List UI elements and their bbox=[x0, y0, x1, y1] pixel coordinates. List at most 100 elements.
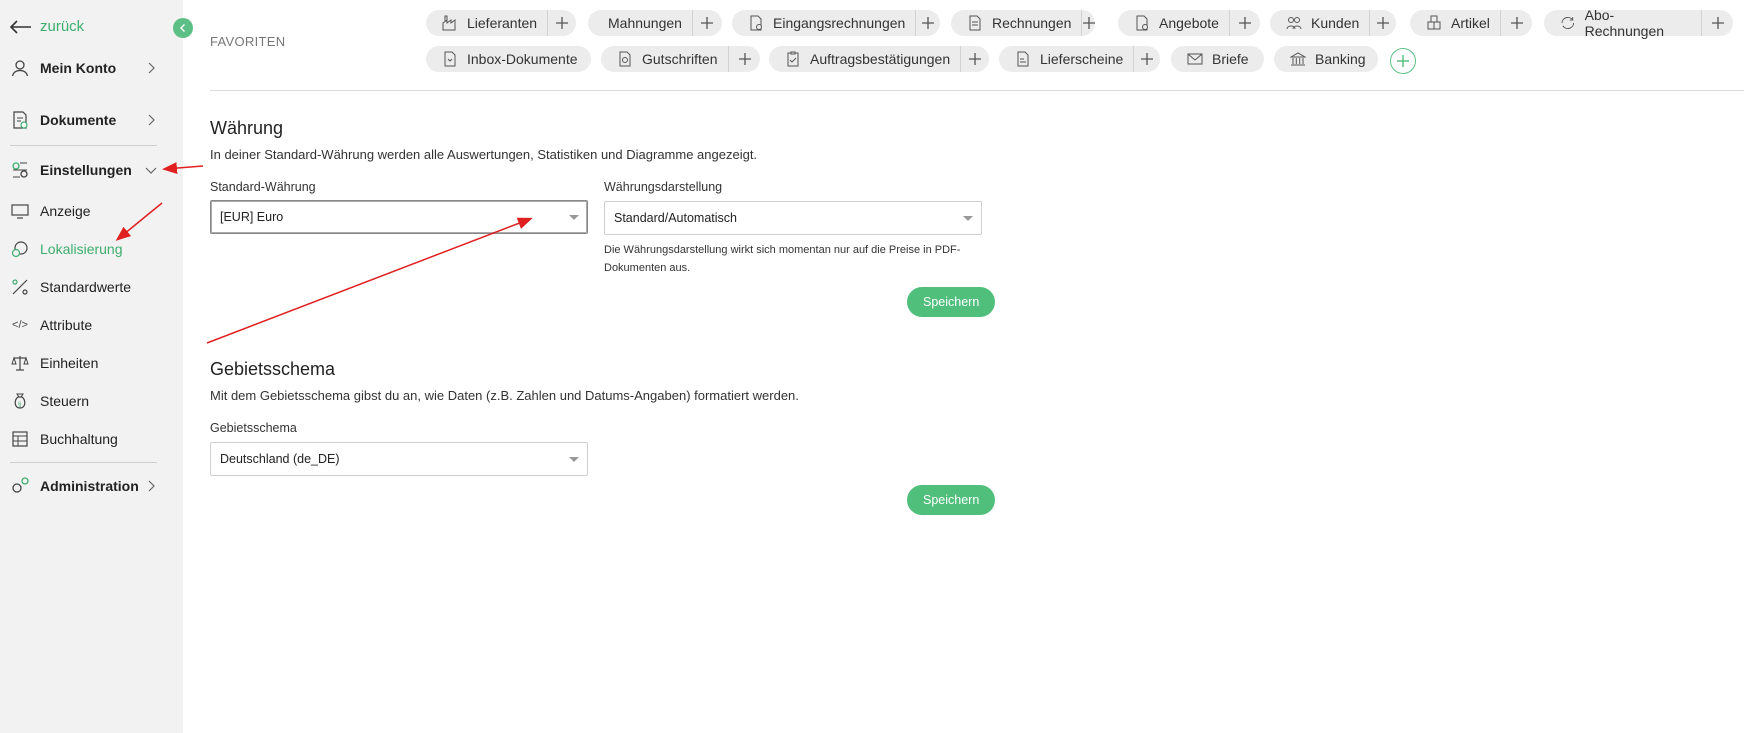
plus-icon bbox=[969, 53, 982, 65]
favorite-chip: Lieferanten bbox=[426, 10, 576, 36]
favorite-link-gutschriften[interactable]: Gutschriften bbox=[601, 46, 728, 72]
invoice-icon bbox=[969, 15, 981, 31]
favorite-label: Inbox-Dokumente bbox=[467, 51, 578, 67]
sidebar-item-einstellungen[interactable]: Einstellungen bbox=[10, 160, 157, 180]
favorite-link-eingangsrechnungen[interactable]: Eingangsrechnungen bbox=[732, 10, 915, 36]
locale-field-label: Gebietsschema bbox=[210, 421, 297, 435]
favorite-link-mahnungen[interactable]: Mahnungen bbox=[588, 10, 692, 36]
favorite-link-rechnungen[interactable]: Rechnungen bbox=[951, 10, 1081, 36]
favorite-chip: Gutschriften bbox=[601, 46, 760, 72]
favorite-link-lieferanten[interactable]: Lieferanten bbox=[426, 10, 547, 36]
locale-heading: Gebietsschema bbox=[210, 359, 336, 379]
sidebar: zurück Mein Konto Dokumente Einstellunge… bbox=[0, 0, 183, 733]
sidebar-item-label: Steuern bbox=[40, 393, 90, 409]
favorite-add-button[interactable] bbox=[691, 10, 722, 36]
default-currency-select[interactable]: [EUR] Euro bbox=[210, 200, 588, 234]
plus-icon bbox=[1141, 53, 1154, 65]
sidebar-item-label: Buchhaltung bbox=[40, 431, 118, 447]
favorite-link-kunden[interactable]: Kunden bbox=[1270, 10, 1369, 36]
sidebar-item-mein-konto[interactable]: Mein Konto bbox=[10, 58, 157, 78]
sidebar-item-label: Standardwerte bbox=[40, 279, 132, 295]
favorite-add-button[interactable] bbox=[1133, 46, 1160, 72]
currency-display-select[interactable]: Standard/Automatisch bbox=[604, 201, 982, 235]
sidebar-item-attribute[interactable]: </> Attribute bbox=[10, 315, 157, 335]
user-icon bbox=[10, 58, 30, 78]
sidebar-item-administration[interactable]: Administration bbox=[10, 476, 157, 496]
plus-icon bbox=[1711, 17, 1724, 29]
locale-select[interactable]: Deutschland (de_DE) bbox=[210, 442, 588, 476]
currency-display-label: Währungsdarstellung bbox=[604, 180, 723, 194]
sidebar-item-steuern[interactable]: § Steuern bbox=[10, 391, 157, 411]
favorite-link-auftragsbestaetigungen[interactable]: Auftragsbestätigungen bbox=[769, 46, 960, 72]
order-confirmation-icon bbox=[787, 51, 799, 67]
settings-icon bbox=[10, 160, 30, 180]
sidebar-item-buchhaltung[interactable]: Buchhaltung bbox=[10, 429, 157, 449]
favorite-add-button[interactable] bbox=[1500, 10, 1532, 36]
ledger-icon bbox=[10, 429, 30, 449]
sidebar-item-einheiten[interactable]: Einheiten bbox=[10, 353, 157, 373]
sidebar-item-label: Dokumente bbox=[40, 112, 117, 128]
sidebar-item-dokumente[interactable]: Dokumente bbox=[10, 110, 157, 130]
collapse-sidebar-button[interactable] bbox=[173, 18, 193, 38]
favorite-add-button[interactable] bbox=[960, 46, 989, 72]
sidebar-item-label: Attribute bbox=[40, 317, 93, 333]
currency-description: In deiner Standard-Währung werden alle A… bbox=[210, 147, 758, 162]
quote-icon bbox=[1136, 15, 1148, 31]
locale-description: Mit dem Gebietsschema gibst du an, wie D… bbox=[210, 388, 799, 403]
favorite-add-button[interactable] bbox=[1701, 10, 1733, 36]
favorite-link-abo-rechnungen[interactable]: Abo-Rechnungen bbox=[1544, 7, 1701, 39]
code-icon: </> bbox=[12, 319, 28, 331]
favorite-add-button[interactable] bbox=[728, 46, 760, 72]
currency-display-value: Standard/Automatisch bbox=[614, 211, 737, 225]
back-link[interactable]: zurück bbox=[10, 18, 84, 35]
sidebar-item-label: Mein Konto bbox=[40, 60, 117, 76]
favorite-chip: Inbox-Dokumente bbox=[426, 46, 591, 72]
favorite-link-artikel[interactable]: Artikel bbox=[1410, 10, 1500, 36]
header-divider bbox=[210, 90, 1744, 91]
plus-icon bbox=[1083, 17, 1096, 29]
save-locale-button[interactable]: Speichern bbox=[907, 485, 996, 515]
globe-currency-icon bbox=[10, 239, 30, 259]
favorite-chip: Angebote bbox=[1118, 10, 1260, 36]
favorite-link-briefe[interactable]: Briefe bbox=[1171, 46, 1264, 72]
favorite-label: Lieferscheine bbox=[1040, 51, 1124, 67]
favorite-link-inbox-dokumente[interactable]: Inbox-Dokumente bbox=[426, 46, 591, 72]
bank-icon bbox=[1290, 52, 1306, 66]
chevron-right-icon bbox=[148, 480, 155, 492]
caret-down-icon bbox=[569, 215, 579, 220]
favorite-label: Abo-Rechnungen bbox=[1584, 7, 1665, 39]
favorite-add-button[interactable] bbox=[1081, 10, 1096, 36]
save-currency-button[interactable]: Speichern bbox=[907, 287, 996, 317]
plus-icon bbox=[1377, 17, 1390, 29]
envelope-icon bbox=[1187, 53, 1203, 65]
sidebar-item-label: Administration bbox=[40, 478, 139, 494]
customers-icon bbox=[1286, 17, 1302, 30]
chevron-left-icon bbox=[179, 23, 186, 33]
favorite-add-button[interactable] bbox=[1228, 10, 1260, 36]
caret-down-icon bbox=[963, 216, 973, 221]
favorite-link-lieferscheine[interactable]: Lieferscheine bbox=[999, 46, 1133, 72]
plus-icon bbox=[1397, 55, 1409, 67]
favorite-chip: Mahnungen bbox=[588, 10, 722, 36]
favorite-label: Mahnungen bbox=[608, 15, 682, 31]
svg-text:§: § bbox=[18, 402, 21, 408]
plus-icon bbox=[1510, 17, 1523, 29]
favorite-link-banking[interactable]: Banking bbox=[1274, 46, 1378, 72]
sidebar-item-standardwerte[interactable]: Standardwerte bbox=[10, 277, 157, 297]
arrow-left-icon bbox=[10, 19, 31, 34]
back-label: zurück bbox=[40, 18, 85, 35]
add-favorite-button[interactable] bbox=[1390, 48, 1416, 74]
chevron-right-icon bbox=[148, 62, 155, 74]
sidebar-item-lokalisierung[interactable]: Lokalisierung bbox=[10, 239, 157, 259]
sidebar-item-anzeige[interactable]: Anzeige bbox=[10, 201, 157, 221]
favorite-chip: Abo-Rechnungen bbox=[1544, 7, 1733, 39]
favorite-add-button[interactable] bbox=[547, 10, 576, 36]
favorites-title: FAVORITEN bbox=[210, 34, 286, 49]
favorite-label: Kunden bbox=[1311, 15, 1360, 31]
scale-icon bbox=[10, 353, 30, 373]
delivery-note-icon bbox=[1017, 51, 1029, 67]
favorite-add-button[interactable] bbox=[915, 10, 940, 36]
favorite-link-angebote[interactable]: Angebote bbox=[1118, 10, 1229, 36]
inbox-document-icon bbox=[444, 51, 456, 67]
favorite-add-button[interactable] bbox=[1369, 10, 1396, 36]
